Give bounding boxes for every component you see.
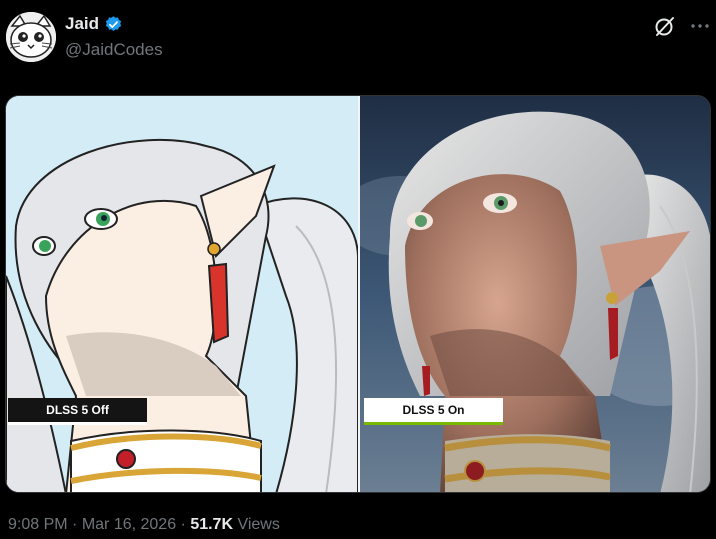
anime-elf-illustration bbox=[6, 96, 358, 492]
dlss-on-label: DLSS 5 On bbox=[364, 398, 503, 425]
verified-badge-icon bbox=[105, 15, 122, 31]
post-date[interactable]: Mar 16, 2026 bbox=[82, 516, 176, 533]
realistic-elf-render bbox=[360, 96, 710, 492]
dlss-on-label-bar bbox=[364, 422, 503, 425]
cat-avatar-icon bbox=[6, 12, 56, 62]
meta-separator: · bbox=[176, 516, 191, 533]
media-image-dlss-on[interactable]: DLSS 5 On bbox=[360, 96, 710, 492]
tweet-media[interactable]: DLSS 5 Off DLSS 5 On bbox=[5, 95, 711, 493]
dlss-off-label-text: DLSS 5 Off bbox=[46, 403, 109, 417]
post-time[interactable]: 9:08 PM bbox=[8, 516, 68, 533]
display-name[interactable]: Jaid bbox=[65, 14, 99, 34]
views-count[interactable]: 51.7K bbox=[190, 516, 233, 533]
author-handle[interactable]: @JaidCodes bbox=[65, 40, 163, 60]
more-options-icon[interactable] bbox=[688, 14, 712, 38]
author-name-row: Jaid bbox=[65, 14, 123, 34]
tweet-meta: 9:08 PM · Mar 16, 2026 · 51.7K Views bbox=[8, 516, 280, 534]
tweet-header: Jaid @JaidCodes bbox=[0, 0, 716, 80]
dlss-off-label-bar bbox=[8, 422, 147, 425]
avatar[interactable] bbox=[6, 12, 56, 62]
meta-separator: · bbox=[67, 516, 82, 533]
media-image-dlss-off[interactable]: DLSS 5 Off bbox=[6, 96, 358, 492]
dlss-off-label: DLSS 5 Off bbox=[8, 398, 147, 425]
dlss-on-label-text: DLSS 5 On bbox=[402, 403, 465, 417]
views-label: Views bbox=[233, 516, 280, 533]
grok-icon[interactable] bbox=[653, 14, 677, 38]
